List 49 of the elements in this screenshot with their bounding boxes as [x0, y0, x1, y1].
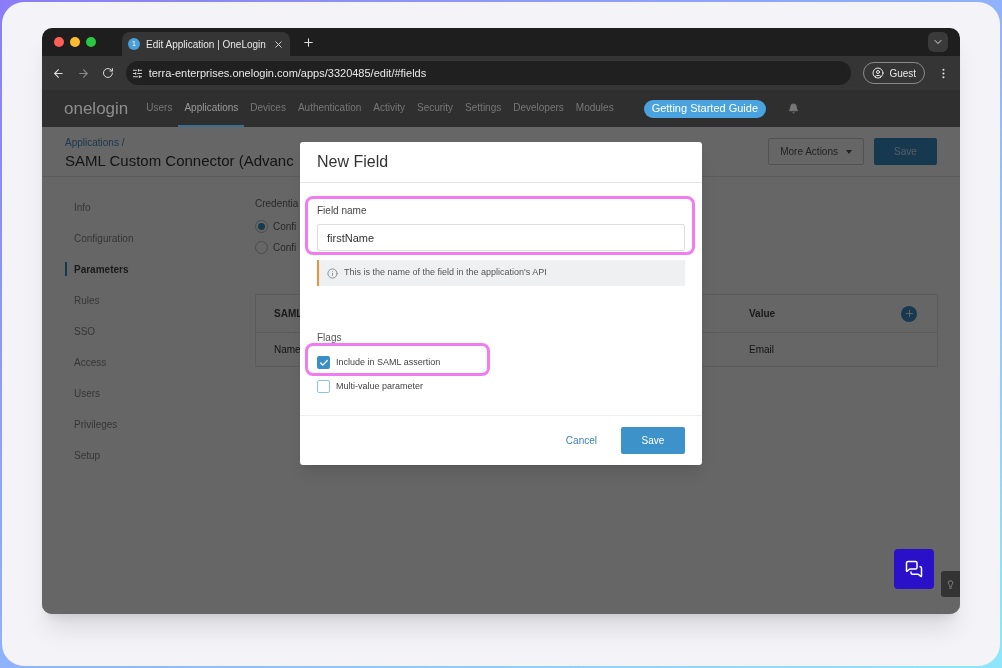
back-icon[interactable] [52, 66, 65, 80]
cancel-button[interactable]: Cancel [561, 433, 601, 448]
field-name-input[interactable]: firstName [317, 224, 685, 251]
radio-label: Confi [273, 220, 297, 234]
tab-list-button[interactable] [928, 32, 948, 52]
site-settings-icon[interactable] [131, 67, 143, 79]
onelogin-logo[interactable]: onelogin [64, 95, 129, 122]
credentials-label: Credentia [255, 197, 299, 211]
column-header: SAML [274, 307, 304, 321]
chat-button[interactable] [894, 549, 934, 589]
dialog-save-button[interactable]: Save [621, 427, 685, 454]
forward-icon[interactable] [76, 66, 90, 80]
nav-tab[interactable]: Developers [507, 90, 570, 127]
checkbox-label: Multi-value parameter [336, 379, 424, 393]
user-icon [872, 67, 885, 79]
nav-tab[interactable]: Users [140, 90, 179, 127]
dialog-title: New Field [317, 152, 389, 172]
field-label: Field name [317, 204, 368, 218]
close-tab-icon[interactable] [273, 38, 284, 50]
new-tab-icon[interactable] [302, 35, 315, 49]
address-field[interactable]: terra-enterprises.onelogin.com/apps/3320485/edit/#fields [125, 61, 852, 85]
radio-label: Confi [273, 241, 297, 255]
lightbulb-icon [946, 579, 955, 589]
page-title: SAML Custom Connector (Advanc [65, 151, 294, 171]
plus-icon [903, 308, 915, 319]
sidebar-item[interactable]: Parameters [65, 262, 255, 276]
table-cell-text: Email [749, 343, 774, 357]
info-icon [327, 267, 338, 279]
hint-text: This is the name of the field in the application's API [344, 266, 547, 280]
notification-icon[interactable] [788, 103, 800, 114]
url-text: terra-enterprises.onelogin.com/apps/3320485/edit/#fields [148, 65, 427, 81]
table-cell-text: Name [274, 343, 302, 357]
nav-tab[interactable]: Modules [569, 90, 620, 127]
flags-label: Flags [317, 331, 343, 345]
nav-tab[interactable]: Settings [459, 90, 508, 127]
checkbox[interactable] [317, 379, 330, 393]
nav-tab[interactable]: Authentication [291, 90, 368, 127]
more-actions-button[interactable]: More Actions [768, 138, 864, 165]
nav-tab[interactable]: Devices [244, 90, 292, 127]
getting-started-button[interactable]: Getting Started Guide [643, 99, 767, 118]
nav-tab[interactable]: Security [410, 90, 460, 127]
column-header: Value [749, 307, 777, 321]
chat-icon [905, 560, 923, 578]
nav-tab[interactable]: Activity [367, 90, 411, 127]
reload-icon[interactable] [101, 67, 114, 79]
tab-title: Edit Application | OneLogin [146, 37, 267, 52]
checkbox-label: Include in SAML assertion [336, 356, 441, 369]
checkbox[interactable] [317, 356, 330, 370]
breadcrumb-link[interactable]: Applications / [65, 135, 294, 150]
